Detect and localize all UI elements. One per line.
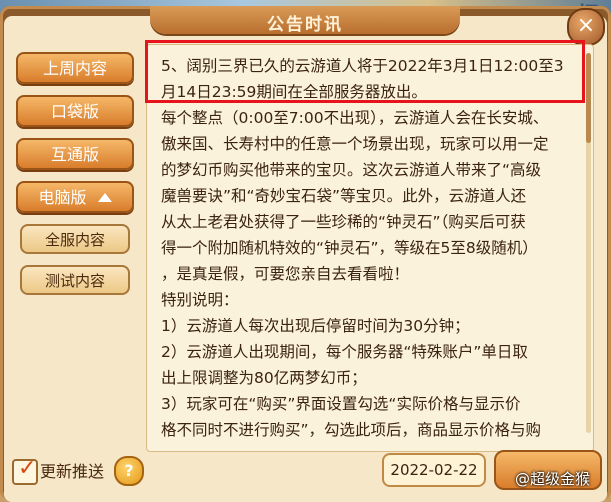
help-icon[interactable]: ? (114, 456, 144, 486)
text-line: ，是真是假，可要您亲自去看看啦！ (161, 265, 410, 283)
text-line: 每个整点（0:00至7:00不出现），云游道人会在长安城、 (161, 109, 549, 127)
text-line: 得一个附加随机特效的“钟灵石”，等级在5至8级随机） (161, 239, 538, 257)
text-line: 1）云游道人每次出现后停留时间为30分钟； (161, 317, 470, 335)
scrollbar-thumb[interactable] (586, 53, 591, 143)
sidebar-item-label: 电脑版 (38, 188, 87, 207)
sidebar-item-label: 口袋版 (50, 102, 99, 121)
text-line: 魔兽要诀”和“奇妙宝石袋”等宝贝。此外，云游道人还 (161, 187, 527, 205)
checkmark-icon: ✓ (18, 456, 37, 481)
sidebar-item-last-week[interactable]: 上周内容 (16, 52, 134, 84)
text-line: 特别说明： (161, 291, 239, 309)
update-push-checkbox[interactable]: ✓ (12, 456, 38, 485)
title-bar: 公告时讯 (150, 6, 460, 35)
text-line: 格不同时不进行购买”，勾选此项后，商品显示价格与购 (161, 421, 542, 439)
text-line: 傲来国、长寿村中的任意一个场景出现，玩家可以用一定 (161, 135, 549, 153)
sidebar-item-label: 测试内容 (44, 272, 105, 290)
announcement-content[interactable]: 5、阔别三界已久的云游道人将于2022年3月1日12:00至3 月14日23:5… (146, 44, 594, 452)
text-line: 从太上老君处获得了一些珍稀的“钟灵石”（购买后可获 (161, 213, 526, 231)
update-push-label: 更新推送 (40, 462, 105, 481)
text-line: 出上限调整为80亿两梦幻币； (161, 369, 367, 387)
text-line: 的梦幻币购买他带来的宝贝。这次云游道人带来了“高级 (161, 161, 542, 179)
highlight-annotation (145, 40, 585, 103)
date-display: 2022-02-22 (382, 453, 486, 487)
text-line: 2）云游道人出现期间，每个服务器“特殊账户”单日取 (161, 343, 528, 361)
watermark: @超级金猴 (515, 470, 591, 488)
sidebar-item-pocket[interactable]: 口袋版 (16, 95, 134, 127)
sidebar-item-pc[interactable]: 电脑版 (16, 181, 134, 213)
text-line: 3）玩家可在“购买”界面设置勾选“实际价格与显示价 (161, 395, 521, 413)
sidebar: 上周内容 口袋版 互通版 电脑版 全服内容 测试内容 (16, 52, 134, 306)
announcement-text: 5、阔别三界已久的云游道人将于2022年3月1日12:00至3 月14日23:5… (161, 53, 587, 443)
sidebar-item-label: 全服内容 (44, 231, 105, 249)
sidebar-item-interop[interactable]: 互通版 (16, 138, 134, 170)
sidebar-subitem-test[interactable]: 测试内容 (20, 265, 130, 295)
sidebar-item-label: 互通版 (50, 145, 99, 164)
sidebar-item-label: 上周内容 (42, 59, 107, 78)
triangle-up-icon (97, 193, 112, 202)
window-title: 公告时讯 (267, 15, 343, 35)
close-icon: × (576, 13, 596, 38)
sidebar-subitem-all-servers[interactable]: 全服内容 (20, 224, 130, 254)
